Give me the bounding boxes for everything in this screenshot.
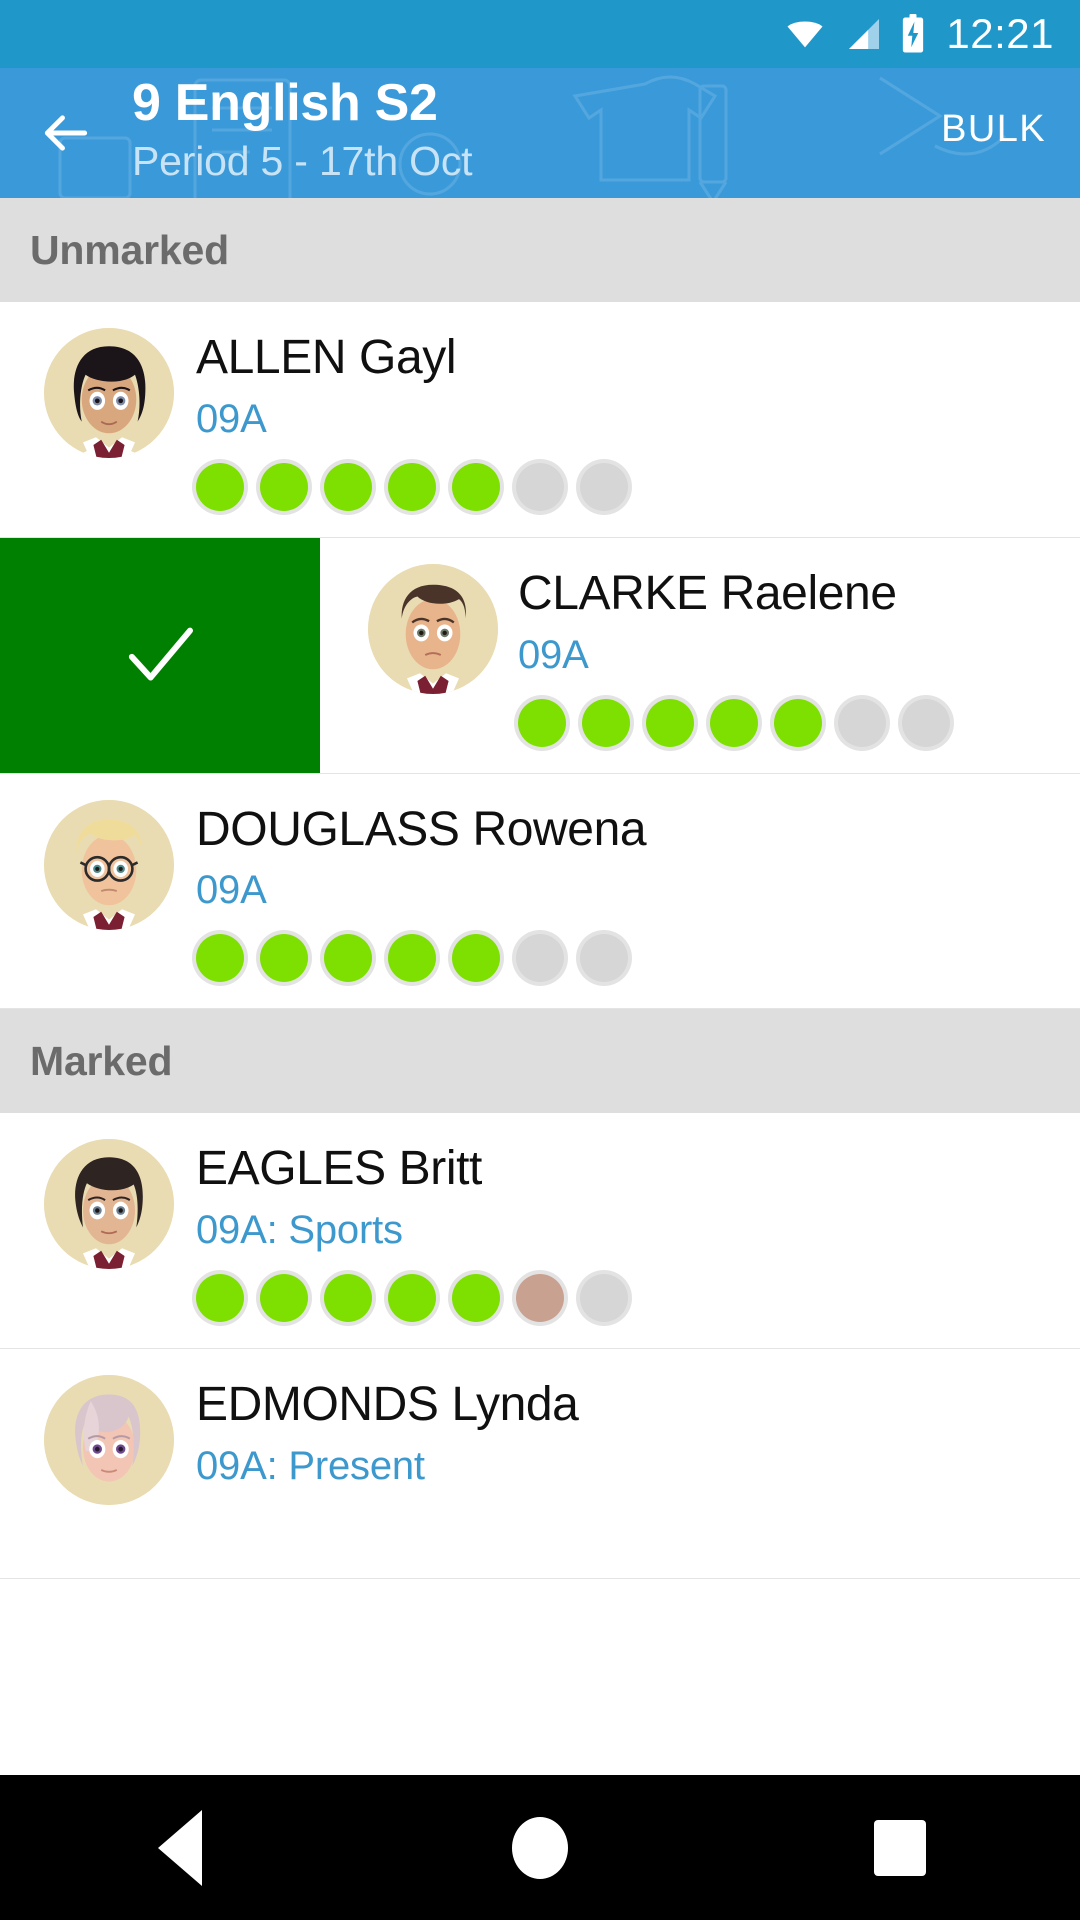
attendance-dot-grey xyxy=(516,934,564,983)
home-circle-icon xyxy=(512,1816,568,1879)
student-name: EAGLES Britt xyxy=(196,1142,482,1196)
attendance-dot-green xyxy=(196,934,244,983)
swipe-mark-present-action[interactable] xyxy=(0,537,320,773)
student-row[interactable]: EDMONDS Lynda 09A: Present xyxy=(0,1349,1080,1580)
student-row[interactable]: EAGLES Britt 09A: Sports xyxy=(0,1113,1080,1350)
student-info: ALLEN Gayl 09A xyxy=(196,328,1080,511)
student-name: DOUGLASS Rowena xyxy=(196,802,647,856)
student-subinfo: 09A: Sports xyxy=(196,1208,403,1253)
cellular-signal-icon xyxy=(842,14,886,54)
nav-home-button[interactable] xyxy=(450,1775,630,1920)
attendance-dot-green xyxy=(388,1274,436,1323)
arrow-back-icon xyxy=(44,115,88,151)
app-screen: 12:21 9 English S2 Period 5 - 17th Oct B… xyxy=(0,0,1080,1920)
attendance-dot-green xyxy=(260,934,308,983)
nav-back-button[interactable] xyxy=(90,1775,270,1920)
attendance-dot-green xyxy=(518,698,566,747)
avatar-pink-hair-female xyxy=(44,1375,174,1506)
page-title: 9 English S2 xyxy=(132,74,438,132)
attendance-dot-grey xyxy=(580,462,628,511)
check-icon xyxy=(128,627,193,681)
page-subtitle: Period 5 - 17th Oct xyxy=(132,138,473,185)
attendance-dots xyxy=(196,934,1080,983)
attendance-dot-green xyxy=(710,698,758,747)
attendance-dot-green xyxy=(452,934,500,983)
student-subinfo: 09A xyxy=(196,396,267,441)
avatar-dark-hair-female xyxy=(44,328,174,458)
attendance-dot-green xyxy=(260,462,308,511)
attendance-dot-grey xyxy=(516,462,564,511)
student-subinfo: 09A xyxy=(196,868,267,913)
student-info: EDMONDS Lynda 09A: Present xyxy=(196,1375,1080,1510)
student-list[interactable]: Unmarked ALLEN Gayl 09A CLARKE Raelene 0… xyxy=(0,198,1080,1580)
back-triangle-icon xyxy=(158,1809,202,1886)
attendance-dot-green xyxy=(196,1274,244,1323)
student-row[interactable]: ALLEN Gayl 09A xyxy=(0,302,1080,538)
app-bar-titles: 9 English S2 Period 5 - 17th Oct xyxy=(132,68,907,188)
avatar xyxy=(320,563,518,694)
attendance-dot-grey xyxy=(902,698,950,747)
student-info: CLARKE Raelene 09A xyxy=(518,564,1080,747)
student-name: CLARKE Raelene xyxy=(518,566,897,620)
avatar xyxy=(0,1375,196,1506)
recents-square-icon xyxy=(874,1819,926,1876)
attendance-dot-green xyxy=(388,934,436,983)
student-row-content[interactable]: CLARKE Raelene 09A xyxy=(320,537,1080,773)
nav-recents-button[interactable] xyxy=(810,1775,990,1920)
system-nav-bar xyxy=(0,1775,1080,1920)
status-bar: 12:21 xyxy=(0,0,1080,68)
avatar xyxy=(0,1139,196,1270)
battery-charging-icon xyxy=(900,13,926,55)
status-bar-clock: 12:21 xyxy=(946,10,1054,57)
attendance-dot-green xyxy=(324,462,372,511)
avatar-blonde-glasses xyxy=(44,799,174,930)
attendance-dot-green xyxy=(646,698,694,747)
back-button[interactable] xyxy=(0,68,132,198)
attendance-dots xyxy=(196,462,1080,511)
attendance-dot-green xyxy=(260,1274,308,1323)
student-row-swiped[interactable]: CLARKE Raelene 09A xyxy=(0,537,1080,774)
app-bar: 9 English S2 Period 5 - 17th Oct BULK xyxy=(0,68,1080,198)
attendance-dots xyxy=(518,698,1080,747)
student-info: DOUGLASS Rowena 09A xyxy=(196,800,1080,983)
wifi-icon xyxy=(782,14,828,54)
student-name: ALLEN Gayl xyxy=(196,331,457,384)
attendance-dot-tan xyxy=(516,1274,564,1323)
student-info: EAGLES Britt 09A: Sports xyxy=(196,1139,1080,1323)
student-subinfo: 09A: Present xyxy=(196,1443,425,1488)
bulk-button[interactable]: BULK xyxy=(907,108,1080,151)
attendance-dot-green xyxy=(388,462,436,511)
section-label: Marked xyxy=(30,1037,173,1084)
avatar xyxy=(0,799,196,930)
attendance-dots xyxy=(196,1274,1080,1323)
section-label: Unmarked xyxy=(30,226,229,273)
attendance-dot-grey xyxy=(580,1274,628,1323)
attendance-dot-green xyxy=(774,698,822,747)
section-header-unmarked: Unmarked xyxy=(0,198,1080,302)
student-subinfo: 09A xyxy=(518,632,589,677)
attendance-dot-green xyxy=(324,934,372,983)
avatar-short-brown-hair-male xyxy=(368,563,498,694)
section-header-marked: Marked xyxy=(0,1009,1080,1114)
attendance-dot-green xyxy=(452,462,500,511)
attendance-dot-green xyxy=(196,462,244,511)
attendance-dot-green xyxy=(324,1274,372,1323)
attendance-dot-green xyxy=(452,1274,500,1323)
student-row[interactable]: DOUGLASS Rowena 09A xyxy=(0,773,1080,1010)
attendance-dot-grey xyxy=(580,934,628,983)
attendance-dot-grey xyxy=(838,698,886,747)
avatar xyxy=(0,328,196,458)
attendance-dot-green xyxy=(582,698,630,747)
student-name: EDMONDS Lynda xyxy=(196,1378,579,1432)
avatar-dark-bob-female xyxy=(44,1139,174,1270)
